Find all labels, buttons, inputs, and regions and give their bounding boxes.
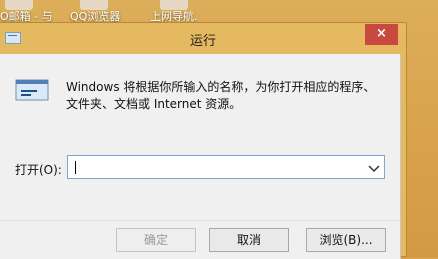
instructions-text: Windows 将根据你所输入的名称，为你打开相应的程序、文件夹、文档或 Int…	[66, 80, 376, 111]
button-bar: 确定 取消 浏览(B)...	[0, 220, 401, 259]
browse-button[interactable]: 浏览(B)...	[306, 228, 386, 252]
dialog-title: 运行	[189, 34, 216, 49]
open-input[interactable]	[72, 158, 362, 176]
open-label: 打开(O):	[15, 163, 62, 177]
ok-button[interactable]: 确定	[116, 228, 196, 252]
cancel-button[interactable]: 取消	[209, 228, 289, 252]
run-program-icon	[15, 79, 49, 101]
chevron-down-icon[interactable]	[368, 163, 380, 173]
title-bar[interactable]: 运行 ×	[0, 23, 406, 53]
close-button[interactable]: ×	[365, 24, 398, 45]
dialog-content: Windows 将根据你所输入的名称，为你打开相应的程序、文件夹、文档或 Int…	[0, 54, 401, 220]
run-dialog: 运行 × Windows 将根据你所输入的名称，为你打开相应的程序、文件夹、文档…	[0, 22, 407, 259]
text-caret	[75, 161, 76, 174]
open-combobox[interactable]	[67, 155, 385, 179]
